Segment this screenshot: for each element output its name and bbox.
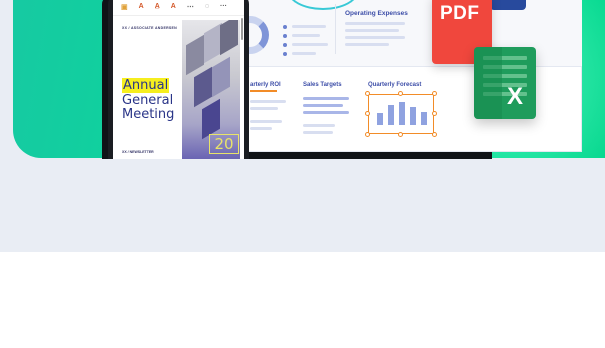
gauge-arc [287, 0, 359, 10]
legend-row [283, 40, 328, 49]
text-line [250, 127, 272, 130]
forecast-bar [399, 102, 405, 125]
quarterly-forecast-title: Quarterly Forecast [368, 82, 422, 88]
legend-dot [283, 24, 287, 29]
cube-shape [194, 66, 212, 108]
document-footer: XX / NEWSLETTER [122, 150, 154, 154]
text-line [303, 104, 343, 107]
legend-line [292, 34, 320, 37]
title-line-1: Annual [122, 78, 170, 93]
legend-line [292, 43, 328, 46]
highlighted-word: Annual [122, 78, 170, 93]
text-line [303, 131, 333, 134]
resize-handle[interactable] [398, 132, 403, 137]
legend-row [283, 31, 328, 40]
document-header: XX / ASSOCIATE ANDERSEN [122, 26, 177, 30]
text-line [303, 97, 349, 100]
resize-handle[interactable] [432, 111, 437, 116]
resize-handle[interactable] [432, 132, 437, 137]
pdf-label: PDF [440, 3, 480, 24]
resize-handle[interactable] [365, 132, 370, 137]
legend-line [292, 25, 326, 28]
text-line [250, 120, 282, 123]
document-viewer: ▣ A A̲ A ⋯ ◌ ··· XX / ASSOCIATE ANDERSEN… [113, 0, 244, 159]
page: Operating Expenses arterly ROI Sales Tar… [0, 0, 605, 348]
text-line [303, 111, 349, 114]
text-line [250, 100, 286, 103]
font-icon[interactable]: A [171, 3, 176, 10]
divider [335, 4, 336, 54]
text-line [250, 107, 278, 110]
forecast-bar [388, 105, 394, 125]
title-line-3: Meeting [122, 107, 175, 122]
legend-dot [283, 42, 287, 47]
overflow-icon[interactable]: ··· [220, 3, 227, 10]
cube-shape [220, 20, 238, 56]
legend-line [292, 52, 316, 55]
legend-dot [283, 51, 287, 56]
more-tools-icon[interactable]: ⋯ [187, 3, 194, 11]
sales-lines [303, 97, 349, 138]
legend-list [283, 22, 328, 58]
text-line [345, 36, 405, 39]
edit-toolbar: ▣ A A̲ A ⋯ ◌ ··· [113, 0, 244, 16]
cube-shape [212, 56, 230, 98]
scrollbar[interactable] [241, 18, 243, 40]
quarterly-roi-title: arterly ROI [250, 82, 281, 88]
forecast-chart[interactable] [365, 91, 437, 137]
resize-handle[interactable] [432, 91, 437, 96]
text-color-icon[interactable]: A [139, 3, 144, 10]
text-line [345, 22, 405, 25]
word-file-icon [490, 0, 526, 10]
highlight-icon[interactable]: A̲ [155, 3, 160, 10]
roi-lines [250, 100, 286, 134]
legend-dot [283, 33, 287, 38]
text-line [345, 29, 399, 32]
excel-file-icon: X [474, 47, 536, 119]
title-line-2: General [122, 93, 174, 108]
forecast-bar [421, 112, 427, 125]
sales-targets-title: Sales Targets [303, 82, 342, 88]
legend-row [283, 49, 328, 58]
resize-handle[interactable] [365, 91, 370, 96]
forecast-bar [377, 113, 383, 125]
legend-row [283, 22, 328, 31]
text-line [303, 124, 335, 127]
resize-handle[interactable] [398, 91, 403, 96]
resize-handle[interactable] [365, 111, 370, 116]
operating-expenses-title: Operating Expenses [345, 10, 408, 17]
comment-icon[interactable]: ◌ [205, 3, 209, 10]
roi-underline [250, 90, 277, 92]
phone-device: ▣ A A̲ A ⋯ ◌ ··· XX / ASSOCIATE ANDERSEN… [108, 0, 249, 159]
cube-shape [186, 34, 204, 76]
operating-expenses-lines [345, 22, 405, 50]
forecast-bar [410, 107, 416, 125]
excel-plate [474, 47, 502, 119]
text-line [345, 43, 389, 46]
page-icon[interactable]: ▣ [121, 3, 128, 11]
excel-x-label: X [507, 83, 524, 110]
year-badge: 20 [209, 134, 239, 154]
